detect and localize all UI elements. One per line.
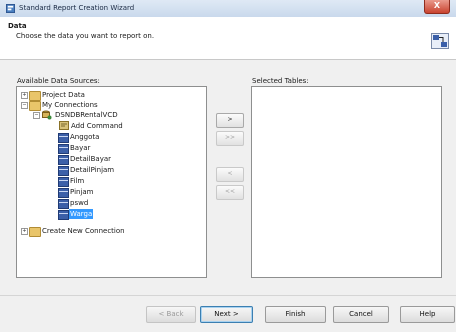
table-icon [58, 188, 69, 198]
table-icon [58, 177, 69, 187]
tree-item-label: Bayar [70, 144, 91, 152]
tree-item-my-connections[interactable]: − My Connections [17, 100, 197, 111]
tree-item-connection[interactable]: − DSNDBRentalVCD [17, 110, 197, 120]
cancel-button[interactable]: Cancel [333, 306, 389, 323]
tree-item-label: Anggota [70, 133, 100, 141]
tree-item-label: Film [70, 177, 85, 185]
header-title: Data [8, 22, 27, 30]
tree-item-label: pswd [70, 199, 89, 207]
tree-item-label: DetailPinjam [70, 166, 115, 174]
tree-item-label: Add Command [71, 122, 123, 130]
tree-item-table[interactable]: Bayar [17, 143, 197, 154]
tree-item-label: DetailBayar [70, 155, 112, 163]
collapse-icon[interactable]: − [33, 112, 40, 119]
collapse-icon[interactable]: − [21, 102, 28, 109]
tree-item-table[interactable]: Anggota [17, 132, 197, 143]
table-icon [58, 133, 69, 143]
remove-table-button[interactable]: < [216, 167, 244, 182]
tree-item-table-selected[interactable]: Warga [17, 209, 197, 220]
database-connection-icon [42, 110, 52, 120]
next-button[interactable]: Next > [200, 306, 253, 323]
add-all-tables-button[interactable]: >> [216, 131, 244, 146]
tree-item-add-command[interactable]: Add Command [17, 121, 197, 131]
table-icon [58, 144, 69, 154]
tree-item-project-data[interactable]: + Project Data [17, 90, 197, 101]
tree-item-table[interactable]: pswd [17, 198, 197, 209]
tree-item-label: DSNDBRentalVCD [55, 111, 118, 119]
tree-item-create-new-connection[interactable]: + Create New Connection [17, 226, 197, 237]
wizard-header: Data Choose the data you want to report … [0, 17, 456, 60]
finish-button[interactable]: Finish [265, 306, 326, 323]
tree-item-label: Pinjam [70, 188, 94, 196]
available-sources-tree[interactable]: + Project Data − My Connections − DSNDBR… [16, 86, 207, 278]
header-subtitle: Choose the data you want to report on. [16, 32, 155, 40]
help-button[interactable]: Help [400, 306, 455, 323]
tree-item-table[interactable]: DetailPinjam [17, 165, 197, 176]
wizard-window: Standard Report Creation Wizard X Data C… [0, 0, 456, 332]
selected-tables-list[interactable] [251, 86, 442, 278]
tree-item-table[interactable]: Pinjam [17, 187, 197, 198]
expand-icon[interactable]: + [21, 92, 28, 99]
close-button[interactable]: X [424, 0, 450, 14]
tree-item-label: Warga [69, 209, 94, 219]
tree-item-label: Project Data [42, 91, 85, 99]
back-button[interactable]: < Back [146, 306, 196, 323]
button-bar: < Back Next > Finish Cancel Help [0, 295, 456, 332]
available-sources-label: Available Data Sources: [17, 77, 100, 85]
title-bar: Standard Report Creation Wizard X [0, 0, 456, 18]
table-icon [58, 166, 69, 176]
table-icon [58, 199, 69, 209]
table-icon [58, 155, 69, 165]
table-icon [58, 210, 69, 220]
app-icon [6, 4, 15, 13]
selected-tables-label: Selected Tables: [252, 77, 309, 85]
add-command-icon [59, 121, 69, 130]
tree-item-table[interactable]: DetailBayar [17, 154, 197, 165]
add-table-button[interactable]: > [216, 113, 244, 128]
tree-item-label: My Connections [42, 101, 98, 109]
folder-icon [29, 227, 41, 237]
window-title: Standard Report Creation Wizard [19, 4, 135, 12]
remove-all-tables-button[interactable]: << [216, 185, 244, 200]
expand-icon[interactable]: + [21, 228, 28, 235]
tree-item-label: Create New Connection [42, 227, 125, 235]
data-tables-icon [431, 33, 449, 49]
tree-item-table[interactable]: Film [17, 176, 197, 187]
